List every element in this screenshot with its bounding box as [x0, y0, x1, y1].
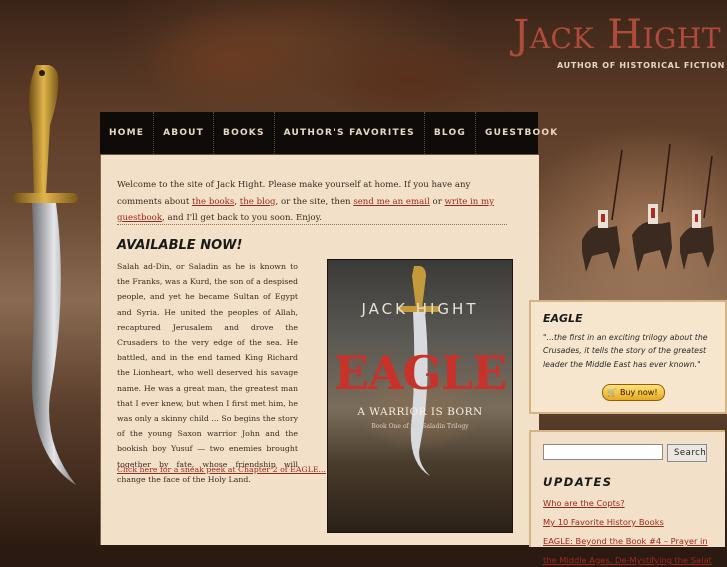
- search-input[interactable]: [543, 444, 663, 460]
- intro-paragraph: Welcome to the site of Jack Hight. Pleas…: [117, 177, 509, 227]
- nav-about[interactable]: ABOUT: [154, 112, 215, 154]
- list-item: Who are the Copts?: [543, 491, 721, 510]
- nav-guestbook[interactable]: GUESTBOOK: [476, 112, 567, 154]
- divider: [117, 224, 507, 225]
- updates-heading: UPDATES: [543, 475, 613, 489]
- dagger-image: [12, 65, 78, 485]
- crusader-knights-image: [582, 143, 714, 272]
- buy-now-button[interactable]: 🛒 Buy now!: [602, 384, 665, 401]
- intro-text: or: [429, 196, 445, 207]
- cart-icon: 🛒: [607, 388, 617, 397]
- update-link[interactable]: EAGLE: Beyond the Book #4 – Prayer in th…: [543, 536, 712, 565]
- featured-book-blurb: "...the first in an exciting trilogy abo…: [543, 333, 708, 369]
- updates-list: Who are the Copts? My 10 Favorite Histor…: [543, 491, 721, 567]
- site-subtitle: AUTHOR OF HISTORICAL FICTION: [556, 61, 725, 70]
- cover-tagline: A WARRIOR IS BORN: [357, 406, 483, 418]
- email-link[interactable]: send me an email: [353, 197, 429, 207]
- nav-blog[interactable]: BLOG: [425, 112, 476, 154]
- main-content: Welcome to the site of Jack Hight. Pleas…: [100, 155, 539, 545]
- nav-books[interactable]: BOOKS: [214, 112, 275, 154]
- list-item: My 10 Favorite History Books: [543, 510, 721, 529]
- list-item: EAGLE: Beyond the Book #4 – Prayer in th…: [543, 529, 721, 567]
- cover-author: JACK HIGHT: [361, 300, 479, 318]
- featured-book-title: EAGLE: [543, 312, 583, 325]
- intro-text: , or the site, then: [275, 196, 354, 207]
- books-link[interactable]: the books: [192, 197, 234, 207]
- book-cover[interactable]: JACK HIGHT EAGLE A WARRIOR IS BORN Book …: [327, 259, 513, 533]
- search-button[interactable]: Search: [667, 444, 707, 462]
- update-link[interactable]: Who are the Copts?: [543, 498, 625, 508]
- nav-authors-favorites[interactable]: AUTHOR'S FAVORITES: [275, 112, 425, 154]
- update-link[interactable]: My 10 Favorite History Books: [543, 517, 664, 527]
- book-excerpt: Salah ad-Din, or Saladin as he is known …: [117, 262, 298, 484]
- sneak-peek-link[interactable]: Click here for a sneak peek at Chapter 2…: [117, 465, 326, 474]
- nav-home[interactable]: HOME: [100, 112, 155, 154]
- cover-series: Book One of the Saladin Trilogy: [371, 423, 469, 430]
- sidebar: Search UPDATES Who are the Copts? My 10 …: [529, 430, 725, 565]
- buy-now-label: Buy now!: [619, 388, 658, 397]
- cover-title: EAGLE: [333, 346, 507, 400]
- site-title[interactable]: Jack Hight: [513, 12, 721, 58]
- main-nav: HOME ABOUT BOOKS AUTHOR'S FAVORITES BLOG…: [100, 112, 557, 155]
- blog-link[interactable]: the blog: [240, 197, 276, 207]
- intro-text: , and I'll get back to you soon. Enjoy.: [162, 213, 323, 223]
- featured-book-box: EAGLE "...the first in an exciting trilo…: [529, 300, 727, 414]
- canyon-rocks-image: [110, 0, 530, 120]
- available-now-heading: AVAILABLE NOW!: [117, 238, 243, 253]
